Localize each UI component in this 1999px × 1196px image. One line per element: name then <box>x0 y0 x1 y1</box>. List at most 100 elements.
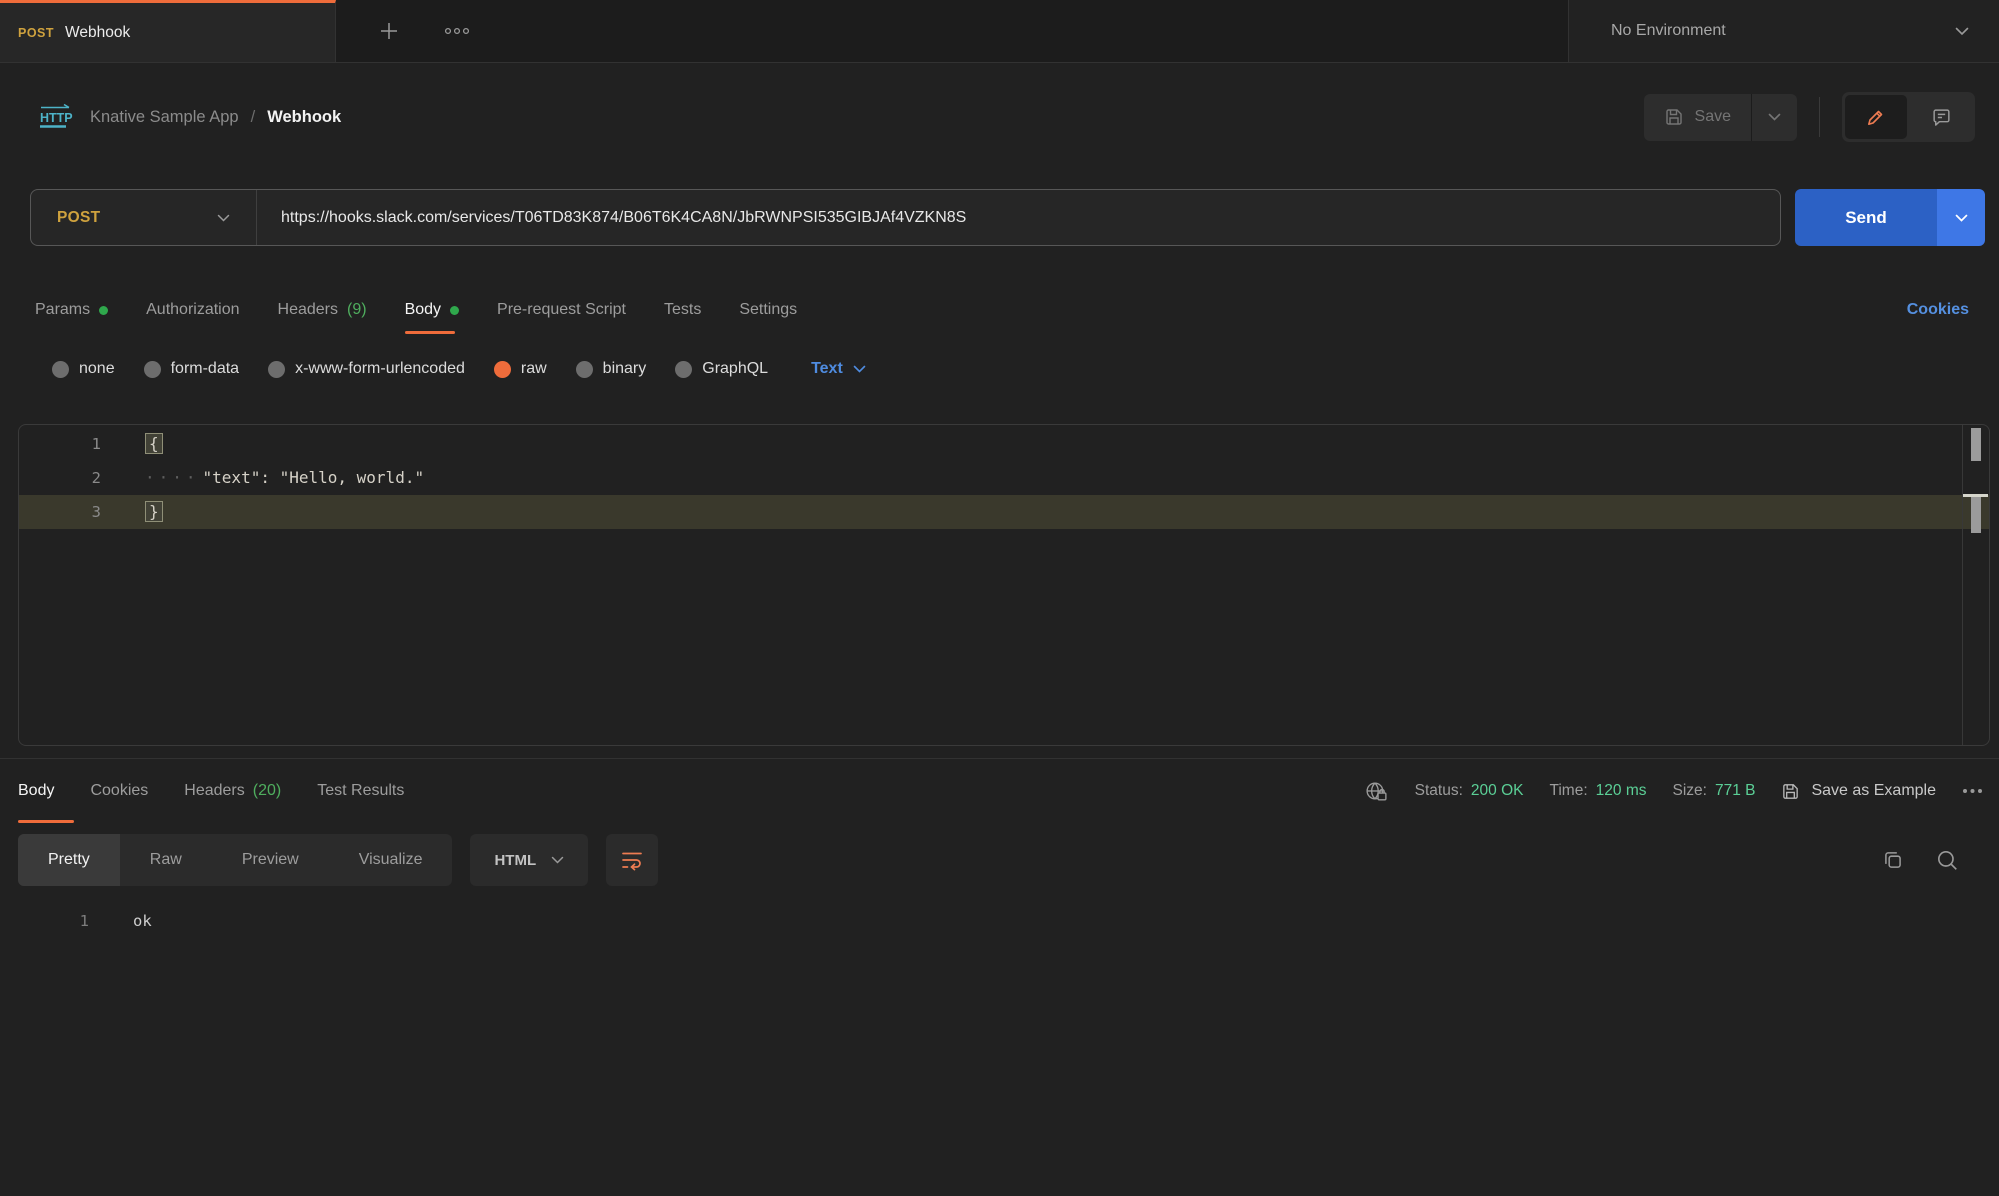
tab-settings-label: Settings <box>739 301 797 319</box>
save-button[interactable]: Save <box>1644 94 1751 141</box>
breadcrumb-collection[interactable]: Knative Sample App <box>90 108 239 127</box>
editor-scrollbar[interactable] <box>1962 425 1989 745</box>
tab-pre-request-label: Pre-request Script <box>497 301 626 319</box>
new-tab-button[interactable] <box>378 20 400 42</box>
response-line-number: 1 <box>0 908 89 934</box>
request-tab[interactable]: POST Webhook <box>0 0 336 62</box>
body-type-none[interactable]: none <box>52 360 115 378</box>
tab-tests-label: Tests <box>664 301 701 319</box>
view-raw-label: Raw <box>150 851 182 869</box>
response-meta: Status: 200 OK Time: 120 ms Size: 771 B … <box>1364 780 1983 803</box>
save-as-example-button[interactable]: Save as Example <box>1781 782 1936 801</box>
body-type-form-data-label: form-data <box>171 360 239 378</box>
bracket-match-highlight: { <box>145 433 163 454</box>
chevron-down-icon <box>551 856 564 864</box>
status-indicator[interactable]: Status: 200 OK <box>1415 782 1524 800</box>
tab-tests[interactable]: Tests <box>664 286 701 334</box>
response-tab-body[interactable]: Body <box>18 759 54 823</box>
response-format-selector[interactable]: HTML <box>470 834 588 886</box>
environment-selector[interactable]: No Environment <box>1568 0 1999 62</box>
copy-icon <box>1881 848 1905 872</box>
body-type-binary-label: binary <box>603 360 647 378</box>
environment-label: No Environment <box>1611 22 1955 40</box>
body-type-raw-label: raw <box>521 360 547 378</box>
search-response-button[interactable] <box>1935 848 1959 872</box>
tab-pre-request-script[interactable]: Pre-request Script <box>497 286 626 334</box>
body-type-form-data[interactable]: form-data <box>144 360 239 378</box>
wrap-lines-button[interactable] <box>606 834 658 886</box>
documentation-panel-button[interactable] <box>1845 95 1907 139</box>
method-label: POST <box>57 209 100 227</box>
cookies-link[interactable]: Cookies <box>1907 301 1969 319</box>
raw-language-selector[interactable]: Text <box>811 360 866 378</box>
method-selector[interactable]: POST <box>31 190 257 245</box>
side-panel-toggle-group <box>1842 92 1975 142</box>
response-view-controls: Pretty Raw Preview Visualize HTML <box>18 834 1959 886</box>
body-type-graphql[interactable]: GraphQL <box>675 360 768 378</box>
line-number: 2 <box>19 461 101 495</box>
tab-bar: POST Webhook No Environment <box>0 0 1999 63</box>
chevron-down-icon <box>853 365 866 373</box>
response-tab-test-results[interactable]: Test Results <box>317 759 404 823</box>
http-method-icon: HTTP <box>38 103 74 131</box>
tab-title: Webhook <box>65 24 130 42</box>
send-button-label: Send <box>1845 208 1887 228</box>
breadcrumb-request-name[interactable]: Webhook <box>267 108 341 127</box>
time-indicator[interactable]: Time: 120 ms <box>1549 782 1646 800</box>
save-icon <box>1664 107 1684 127</box>
save-button-label: Save <box>1695 108 1731 126</box>
line-number: 3 <box>19 495 101 529</box>
raw-language-label: Text <box>811 360 843 378</box>
more-options-icon <box>1962 788 1983 794</box>
request-header: HTTP Knative Sample App / Webhook Save <box>0 63 1999 163</box>
tab-params[interactable]: Params <box>35 286 108 334</box>
pencil-icon <box>1865 106 1887 128</box>
tab-body[interactable]: Body <box>405 286 459 334</box>
send-button-group: Send <box>1795 189 1985 246</box>
body-type-raw[interactable]: raw <box>494 360 547 378</box>
headers-count: (9) <box>347 301 367 319</box>
response-toolbar-right <box>1881 848 1959 872</box>
response-tab-headers[interactable]: Headers (20) <box>184 759 281 823</box>
tab-headers[interactable]: Headers (9) <box>278 286 367 334</box>
url-bar: POST <box>30 189 1781 246</box>
comments-panel-button[interactable] <box>1910 95 1972 139</box>
view-pretty-button[interactable]: Pretty <box>18 834 120 886</box>
body-type-urlencoded-label: x-www-form-urlencoded <box>295 360 465 378</box>
save-options-button[interactable] <box>1751 94 1797 141</box>
search-icon <box>1935 848 1959 872</box>
copy-response-button[interactable] <box>1881 848 1905 872</box>
tab-authorization[interactable]: Authorization <box>146 286 239 334</box>
tab-method-label: POST <box>18 26 54 40</box>
send-button[interactable]: Send <box>1795 189 1937 246</box>
view-preview-button[interactable]: Preview <box>212 834 329 886</box>
view-raw-button[interactable]: Raw <box>120 834 212 886</box>
radio-icon <box>268 361 285 378</box>
chevron-down-icon <box>217 214 230 222</box>
request-body-editor[interactable]: 1 { 2 ····"text": "Hello, world." 3 } <box>18 424 1990 746</box>
tab-settings[interactable]: Settings <box>739 286 797 334</box>
send-options-button[interactable] <box>1937 189 1985 246</box>
radio-icon <box>52 361 69 378</box>
scrollbar-mark <box>1971 497 1981 533</box>
url-row: POST Send <box>30 189 1985 246</box>
response-tab-cookies[interactable]: Cookies <box>90 759 148 823</box>
url-input[interactable] <box>257 190 1780 245</box>
unsaved-changes-dot <box>99 306 108 315</box>
response-options-button[interactable] <box>1962 788 1983 794</box>
whitespace-dots: ···· <box>145 468 200 487</box>
response-body-viewer[interactable]: 1 ok <box>0 908 1999 934</box>
body-type-binary[interactable]: binary <box>576 360 647 378</box>
time-label: Time: <box>1549 782 1587 800</box>
chevron-down-icon <box>1768 113 1781 121</box>
breadcrumb-separator: / <box>251 108 256 127</box>
body-type-urlencoded[interactable]: x-www-form-urlencoded <box>268 360 465 378</box>
bracket-match-highlight: } <box>145 501 163 522</box>
scrollbar-mark <box>1971 428 1981 461</box>
body-type-row: none form-data x-www-form-urlencoded raw… <box>52 360 1975 378</box>
response-tab-test-results-label: Test Results <box>317 782 404 800</box>
tab-options-button[interactable] <box>444 27 470 35</box>
size-indicator[interactable]: Size: 771 B <box>1673 782 1756 800</box>
view-visualize-button[interactable]: Visualize <box>329 834 453 886</box>
save-button-group: Save <box>1644 94 1797 141</box>
